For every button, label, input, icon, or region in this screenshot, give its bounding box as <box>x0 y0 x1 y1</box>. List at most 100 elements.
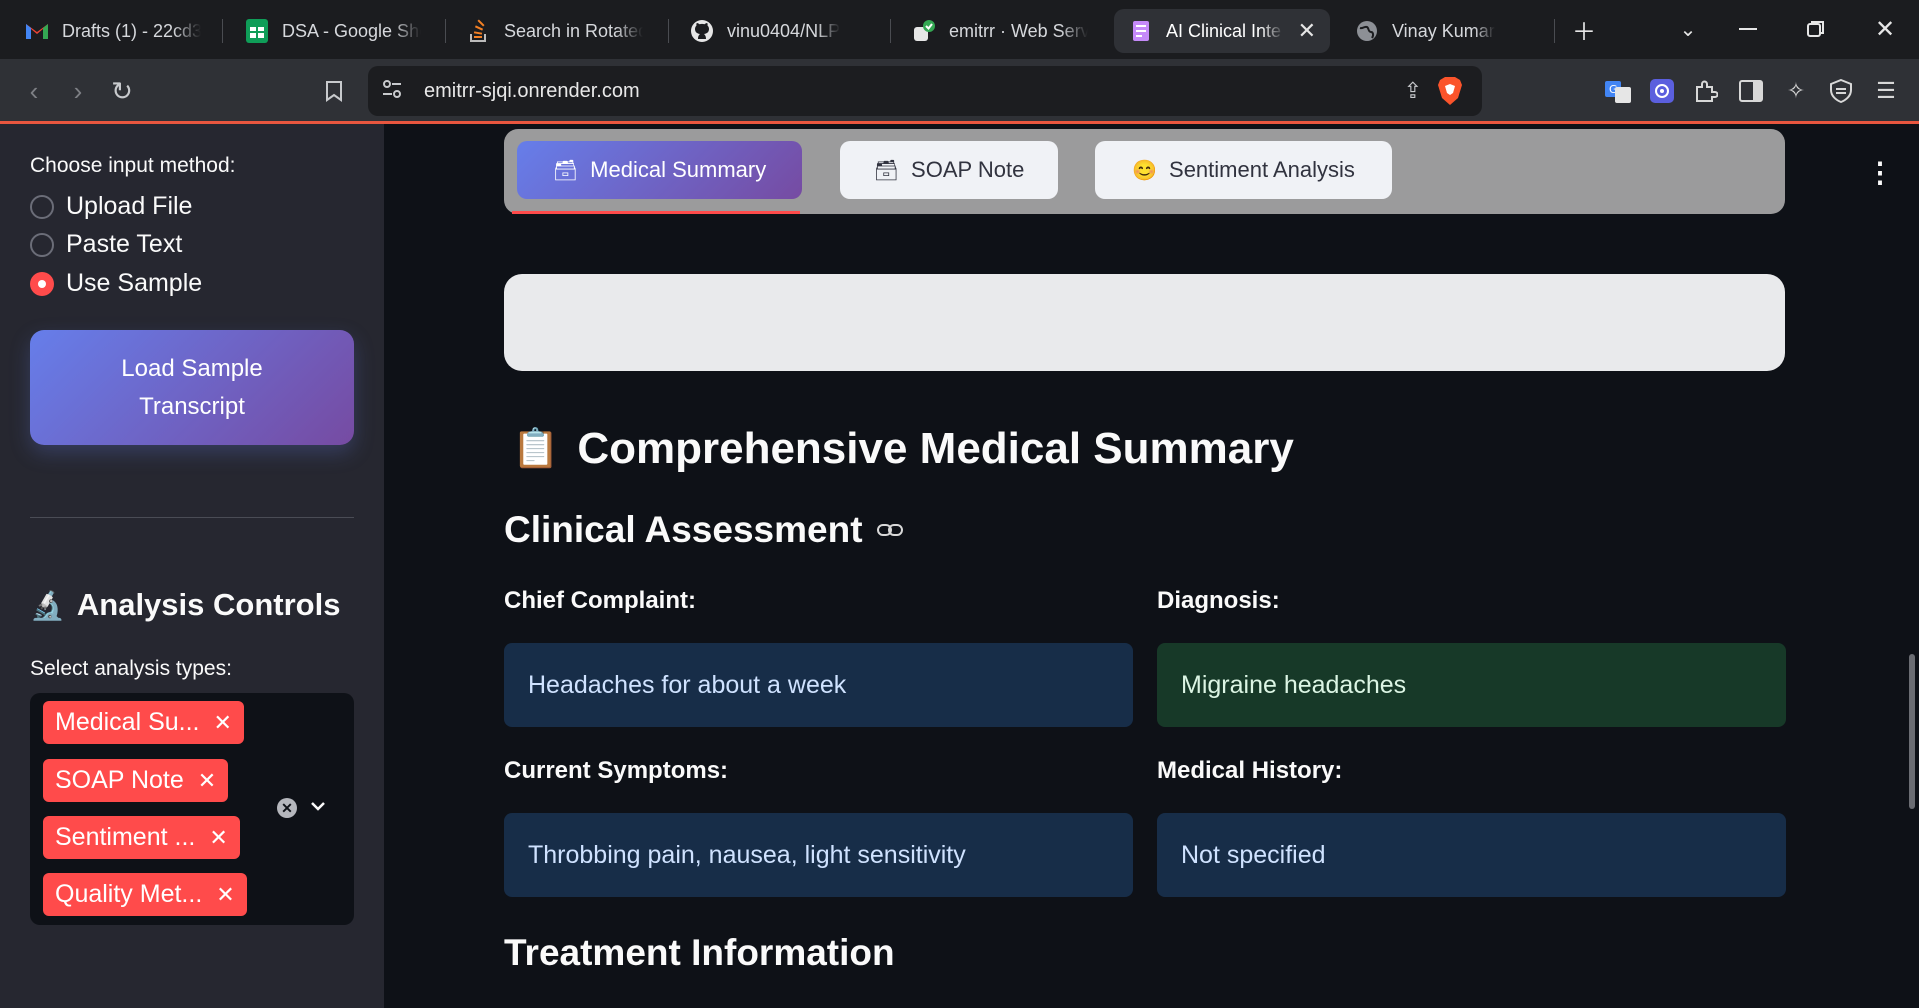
tab-label: Drafts (1) - 22cd30 <box>62 20 201 41</box>
chip-label: Medical Su... <box>55 708 200 736</box>
tab-separator <box>445 19 446 43</box>
github-icon <box>689 18 715 44</box>
radio-button-checked[interactable] <box>30 271 54 296</box>
radio-button[interactable] <box>30 194 54 219</box>
more-options-icon[interactable]: ⋮ <box>1866 156 1894 189</box>
tab-vinay-kumar[interactable]: Vinay Kumar <box>1340 9 1545 53</box>
radio-upload-file[interactable]: Upload File <box>30 192 192 221</box>
radio-label: Upload File <box>66 192 193 220</box>
address-bar[interactable]: emitrr-sjqi.onrender.com ⇪ <box>368 66 1482 116</box>
reload-icon[interactable]: ↻ <box>102 71 142 111</box>
translate-extension-icon[interactable]: G <box>1602 75 1634 107</box>
vertical-scrollbar[interactable] <box>1909 654 1915 809</box>
sidebar-toggle-icon[interactable] <box>1735 75 1767 107</box>
radio-label: Use Sample <box>66 269 203 297</box>
title-text: Comprehensive Medical Summary <box>577 424 1294 473</box>
radio-label: Paste Text <box>66 230 183 258</box>
divider <box>30 517 354 518</box>
tab-gmail-drafts[interactable]: Drafts (1) - 22cd30 <box>10 9 215 53</box>
chip-label: SOAP Note <box>55 766 184 794</box>
tab-label: SOAP Note <box>911 157 1025 182</box>
tab-soap-note[interactable]: 🗃 SOAP Note <box>840 141 1058 199</box>
remove-chip-icon[interactable]: ✕ <box>209 825 227 851</box>
restore-icon[interactable] <box>1796 9 1836 49</box>
tab-label: Search in Rotated <box>504 20 643 41</box>
browser-tab-strip: Drafts (1) - 22cd30 DSA - Google Shee Se… <box>0 0 1919 59</box>
close-window-icon[interactable]: ✕ <box>1865 9 1905 49</box>
tab-label: Medical Summary <box>590 157 767 182</box>
clear-all-icon[interactable]: ✕ <box>277 798 297 818</box>
tab-list-chevron-icon[interactable]: ⌄ <box>1668 9 1708 49</box>
chip-label: Quality Met... <box>55 880 203 908</box>
tab-separator <box>1554 19 1555 43</box>
tab-label: AI Clinical Inte <box>1166 20 1282 41</box>
brave-shield-icon[interactable] <box>1436 76 1464 106</box>
browser-toolbar: ‹ › ↻ emitrr-sjqi.onrender.com ⇪ G ✧ ☰ <box>0 59 1919 123</box>
sheets-icon <box>244 18 270 44</box>
tab-ai-clinical[interactable]: AI Clinical Inte ✕ <box>1114 9 1330 53</box>
medical-history-label: Medical History: <box>1157 757 1343 784</box>
analysis-types-multiselect[interactable]: Medical Su... ✕ SOAP Note ✕ Sentiment ..… <box>30 693 354 925</box>
tab-stackoverflow-search[interactable]: Search in Rotated <box>452 9 657 53</box>
chief-complaint-label: Chief Complaint: <box>504 587 696 614</box>
close-icon[interactable]: ✕ <box>1298 18 1316 44</box>
tab-github-repo[interactable]: vinu0404/NLP <box>675 9 880 53</box>
back-icon[interactable]: ‹ <box>14 71 54 111</box>
diagnosis-value: Migraine headaches <box>1157 643 1786 727</box>
section-heading-clinical-assessment: Clinical Assessment <box>504 509 903 551</box>
main-content: 🗃 Medical Summary 🗃 SOAP Note 😊 Sentimen… <box>384 124 1919 1008</box>
globe-icon <box>1354 18 1380 44</box>
diagnosis-label: Diagnosis: <box>1157 587 1280 614</box>
chief-complaint-value: Headaches for about a week <box>504 643 1133 727</box>
new-tab-icon[interactable]: ＋ <box>1564 9 1604 49</box>
smiley-icon: 😊 <box>1132 159 1158 182</box>
load-sample-button[interactable]: Load Sample Transcript <box>30 330 354 445</box>
button-label-line: Load Sample <box>121 354 263 382</box>
chip-quality-metrics[interactable]: Quality Met... ✕ <box>43 873 247 916</box>
bookmark-icon[interactable] <box>314 71 354 111</box>
card-index-icon: 🗃 <box>873 159 900 182</box>
leo-ai-icon[interactable]: ✧ <box>1780 75 1812 107</box>
active-tab-indicator <box>512 211 800 214</box>
chip-medical-summary[interactable]: Medical Su... ✕ <box>43 701 244 744</box>
tab-render-web-service[interactable]: emitrr · Web Servi <box>897 9 1102 53</box>
radio-paste-text[interactable]: Paste Text <box>30 230 182 259</box>
clipboard-icon: 📋 <box>512 428 560 470</box>
radio-use-sample[interactable]: Use Sample <box>30 269 202 298</box>
extension-gear-icon[interactable] <box>1646 75 1678 107</box>
anchor-link-icon[interactable] <box>876 516 903 544</box>
analysis-controls-heading: 🔬 Analysis Controls <box>30 587 340 623</box>
analysis-tab-bar: 🗃 Medical Summary 🗃 SOAP Note 😊 Sentimen… <box>504 129 1785 214</box>
tab-label: vinu0404/NLP <box>727 20 841 41</box>
chevron-down-icon[interactable] <box>310 791 326 817</box>
remove-chip-icon[interactable]: ✕ <box>198 768 216 794</box>
chip-label: Sentiment ... <box>55 823 196 851</box>
remove-chip-icon[interactable]: ✕ <box>216 882 234 908</box>
radio-button[interactable] <box>30 232 54 257</box>
tab-google-sheets[interactable]: DSA - Google Shee <box>230 9 435 53</box>
remove-chip-icon[interactable]: ✕ <box>214 710 232 736</box>
share-icon[interactable]: ⇪ <box>1404 78 1422 104</box>
forward-icon[interactable]: › <box>58 71 98 111</box>
chip-soap-note[interactable]: SOAP Note ✕ <box>43 759 229 802</box>
gmail-icon <box>24 18 50 44</box>
tab-separator <box>668 19 669 43</box>
menu-hamburger-icon[interactable]: ☰ <box>1870 75 1902 107</box>
site-settings-icon[interactable] <box>382 79 412 103</box>
heading-text: Analysis Controls <box>76 587 341 622</box>
chip-sentiment[interactable]: Sentiment ... ✕ <box>43 816 240 859</box>
tab-medical-summary[interactable]: 🗃 Medical Summary <box>517 141 802 199</box>
empty-info-card <box>504 274 1785 371</box>
extensions-puzzle-icon[interactable] <box>1690 75 1722 107</box>
tab-sentiment-analysis[interactable]: 😊 Sentiment Analysis <box>1095 141 1392 199</box>
minimize-icon[interactable] <box>1728 9 1768 49</box>
analysis-types-label: Select analysis types: <box>30 657 232 680</box>
tab-separator <box>222 19 223 43</box>
card-index-icon: 🗃 <box>552 159 579 182</box>
tab-label: DSA - Google Shee <box>282 20 421 41</box>
url-text[interactable]: emitrr-sjqi.onrender.com <box>424 80 1404 103</box>
stackoverflow-icon <box>466 18 492 44</box>
section-title: Clinical Assessment <box>504 509 863 550</box>
vpn-shield-icon[interactable] <box>1825 75 1857 107</box>
section-heading-treatment: Treatment Information <box>504 932 895 974</box>
